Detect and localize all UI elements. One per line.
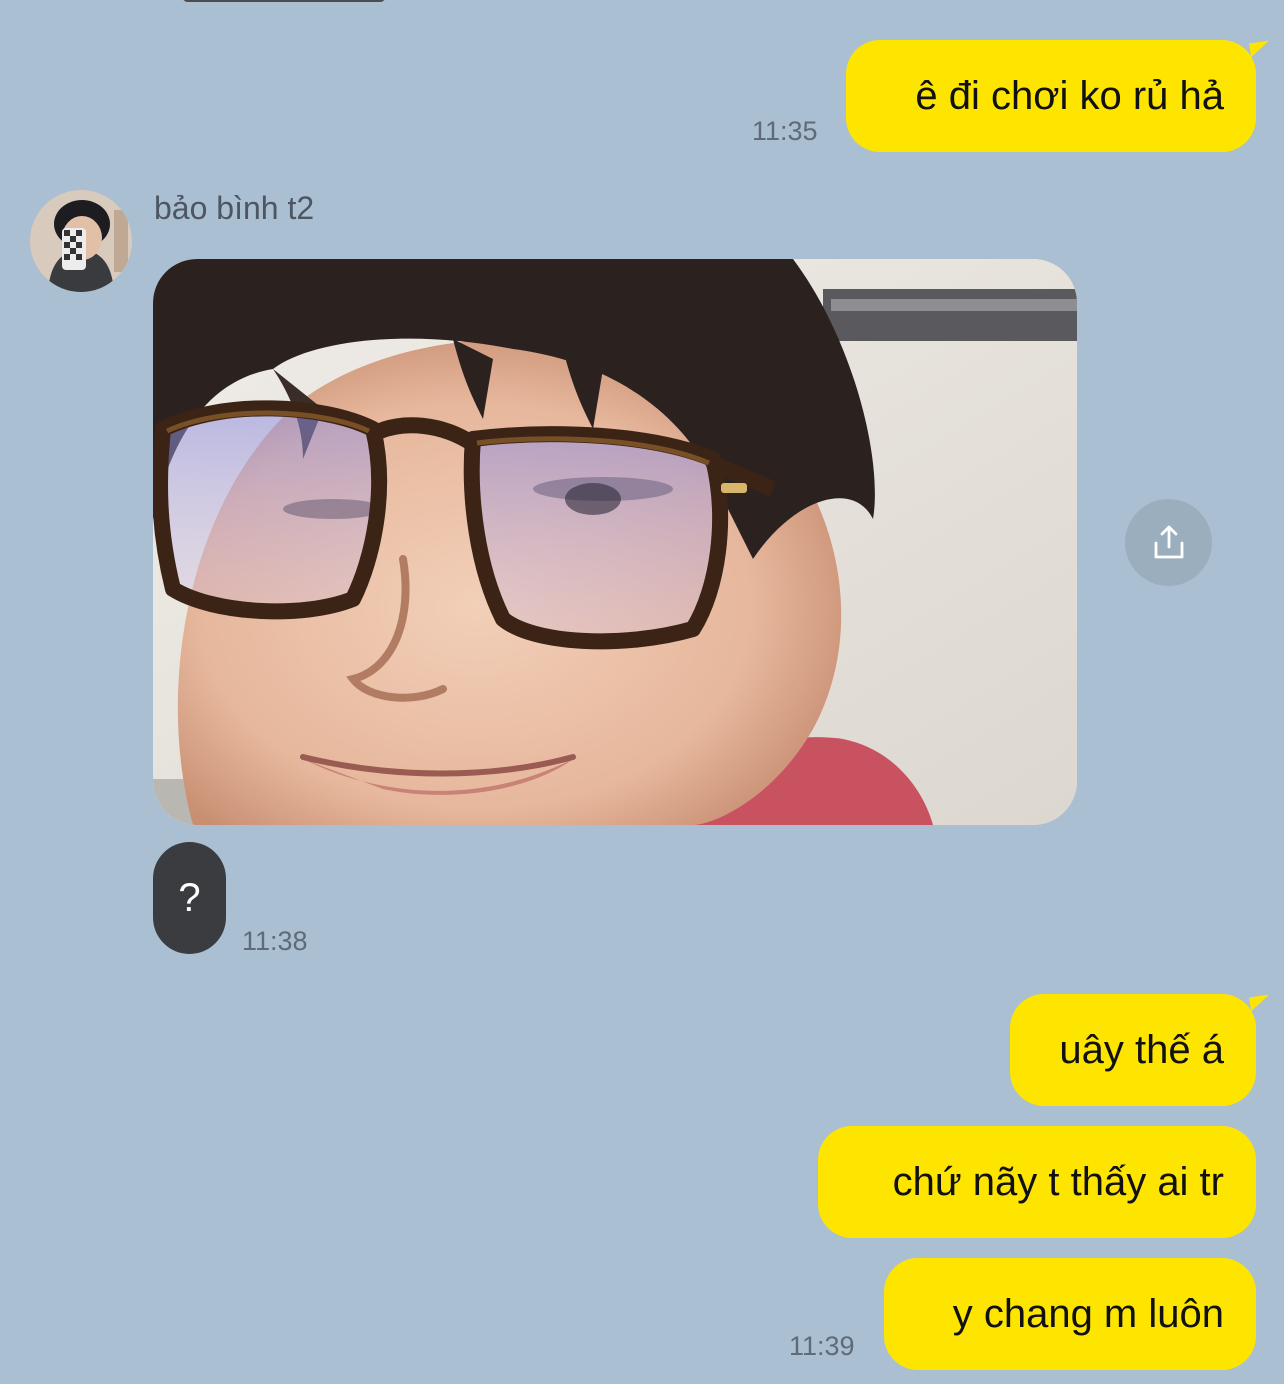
outgoing-message-bubble[interactable]: y chang m luôn <box>884 1258 1256 1370</box>
avatar[interactable] <box>30 190 132 292</box>
bubble-tail <box>1249 40 1271 58</box>
incoming-message-bubble[interactable]: ? <box>153 842 226 954</box>
message-time: 11:35 <box>752 116 818 146</box>
outgoing-message-bubble[interactable]: uây thế á <box>1010 994 1271 1106</box>
share-icon <box>1154 525 1183 558</box>
message-time: 11:39 <box>789 1331 855 1361</box>
message-text: y chang m luôn <box>952 1292 1224 1336</box>
selfie-photo <box>153 259 1077 825</box>
sender-name: bảo bình t2 <box>154 190 315 226</box>
message-text: uây thế á <box>1059 1028 1224 1072</box>
message-time: 11:38 <box>242 926 308 956</box>
outgoing-message-bubble[interactable]: ê đi chơi ko rủ hả <box>846 40 1271 152</box>
message-text: ? <box>178 876 201 920</box>
photo-message[interactable] <box>153 259 1077 825</box>
share-button[interactable] <box>1125 499 1212 586</box>
avatar-image <box>30 190 132 292</box>
message-text: ê đi chơi ko rủ hả <box>915 74 1224 118</box>
outgoing-message-bubble[interactable]: chứ nãy t thấy ai tr <box>818 1126 1256 1238</box>
message-text: chứ nãy t thấy ai tr <box>892 1160 1224 1204</box>
bubble-tail <box>1249 994 1271 1012</box>
previous-message-edge <box>182 0 386 2</box>
